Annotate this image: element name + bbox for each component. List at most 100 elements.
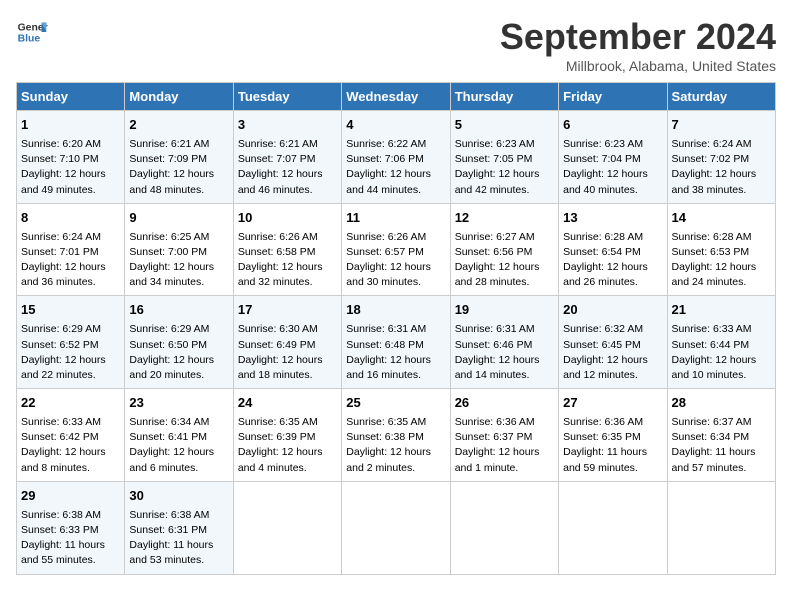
day-info: Sunrise: 6:35 AM Sunset: 6:38 PM Dayligh… <box>346 415 445 476</box>
calendar-cell <box>450 481 558 574</box>
day-number: 22 <box>21 394 120 413</box>
day-info: Sunrise: 6:21 AM Sunset: 7:07 PM Dayligh… <box>238 137 337 198</box>
day-number: 8 <box>21 209 120 228</box>
column-header-saturday: Saturday <box>667 83 775 111</box>
column-header-monday: Monday <box>125 83 233 111</box>
column-header-thursday: Thursday <box>450 83 558 111</box>
day-number: 9 <box>129 209 228 228</box>
calendar-cell: 26Sunrise: 6:36 AM Sunset: 6:37 PM Dayli… <box>450 389 558 482</box>
calendar-cell: 18 Sunrise: 6:31 AM Sunset: 6:48 PM Dayli… <box>342 296 450 389</box>
calendar-cell <box>667 481 775 574</box>
calendar-cell: 6 Sunrise: 6:23 AM Sunset: 7:04 PM Daylig… <box>559 111 667 204</box>
day-info: Sunrise: 6:24 AM Sunset: 7:02 PM Dayligh… <box>672 137 771 198</box>
day-info: Sunrise: 6:26 AM Sunset: 6:58 PM Dayligh… <box>238 230 337 291</box>
day-info: Sunrise: 6:30 AM Sunset: 6:49 PM Dayligh… <box>238 322 337 383</box>
calendar-cell: 20 Sunrise: 6:32 AM Sunset: 6:45 PM Dayli… <box>559 296 667 389</box>
calendar-cell <box>233 481 341 574</box>
calendar-cell: 24 Sunrise: 6:35 AM Sunset: 6:39 PM Dayli… <box>233 389 341 482</box>
calendar-cell: 4 Sunrise: 6:22 AM Sunset: 7:06 PM Daylig… <box>342 111 450 204</box>
calendar-cell: 1 Sunrise: 6:20 AM Sunset: 7:10 PM Daylig… <box>17 111 125 204</box>
day-info: Sunrise: 6:28 AM Sunset: 6:54 PM Dayligh… <box>563 230 662 291</box>
day-number: 20 <box>563 301 662 320</box>
day-info: Sunrise: 6:35 AM Sunset: 6:39 PM Dayligh… <box>238 415 337 476</box>
calendar-cell: 11 Sunrise: 6:26 AM Sunset: 6:57 PM Dayli… <box>342 203 450 296</box>
day-info: Sunrise: 6:24 AM Sunset: 7:01 PM Dayligh… <box>21 230 120 291</box>
day-info: Sunrise: 6:28 AM Sunset: 6:53 PM Dayligh… <box>672 230 771 291</box>
day-number: 15 <box>21 301 120 320</box>
day-number: 10 <box>238 209 337 228</box>
day-number: 17 <box>238 301 337 320</box>
day-info: Sunrise: 6:23 AM Sunset: 7:04 PM Dayligh… <box>563 137 662 198</box>
day-number: 3 <box>238 116 337 135</box>
day-info: Sunrise: 6:36 AM Sunset: 6:37 PM Dayligh… <box>455 415 554 476</box>
day-number: 29 <box>21 487 120 506</box>
day-info: Sunrise: 6:21 AM Sunset: 7:09 PM Dayligh… <box>129 137 228 198</box>
day-info: Sunrise: 6:20 AM Sunset: 7:10 PM Dayligh… <box>21 137 120 198</box>
calendar-week-row: 22 Sunrise: 6:33 AM Sunset: 6:42 PM Dayli… <box>17 389 776 482</box>
column-header-sunday: Sunday <box>17 83 125 111</box>
day-info: Sunrise: 6:33 AM Sunset: 6:44 PM Dayligh… <box>672 322 771 383</box>
day-info: Sunrise: 6:34 AM Sunset: 6:41 PM Dayligh… <box>129 415 228 476</box>
day-info: Sunrise: 6:37 AM Sunset: 6:34 PM Dayligh… <box>672 415 771 476</box>
calendar-cell: 16Sunrise: 6:29 AM Sunset: 6:50 PM Dayli… <box>125 296 233 389</box>
day-number: 19 <box>455 301 554 320</box>
day-info: Sunrise: 6:23 AM Sunset: 7:05 PM Dayligh… <box>455 137 554 198</box>
day-number: 2 <box>129 116 228 135</box>
day-number: 4 <box>346 116 445 135</box>
calendar-cell: 13 Sunrise: 6:28 AM Sunset: 6:54 PM Dayli… <box>559 203 667 296</box>
header-row: SundayMondayTuesdayWednesdayThursdayFrid… <box>17 83 776 111</box>
calendar-cell: 23 Sunrise: 6:34 AM Sunset: 6:41 PM Dayli… <box>125 389 233 482</box>
calendar-cell: 14 Sunrise: 6:28 AM Sunset: 6:53 PM Dayli… <box>667 203 775 296</box>
page-header: General Blue September 2024 Millbrook, A… <box>16 16 776 74</box>
calendar-cell: 22 Sunrise: 6:33 AM Sunset: 6:42 PM Dayli… <box>17 389 125 482</box>
calendar-week-row: 15 Sunrise: 6:29 AM Sunset: 6:52 PM Dayli… <box>17 296 776 389</box>
day-info: Sunrise: 6:27 AM Sunset: 6:56 PM Dayligh… <box>455 230 554 291</box>
day-number: 1 <box>21 116 120 135</box>
calendar-cell <box>342 481 450 574</box>
calendar-cell: 5Sunrise: 6:23 AM Sunset: 7:05 PM Daylig… <box>450 111 558 204</box>
day-number: 11 <box>346 209 445 228</box>
calendar-cell: 2 Sunrise: 6:21 AM Sunset: 7:09 PM Daylig… <box>125 111 233 204</box>
day-number: 12 <box>455 209 554 228</box>
day-info: Sunrise: 6:36 AM Sunset: 6:35 PM Dayligh… <box>563 415 662 476</box>
day-number: 23 <box>129 394 228 413</box>
calendar-cell: 12 Sunrise: 6:27 AM Sunset: 6:56 PM Dayli… <box>450 203 558 296</box>
day-info: Sunrise: 6:26 AM Sunset: 6:57 PM Dayligh… <box>346 230 445 291</box>
calendar-cell: 25Sunrise: 6:35 AM Sunset: 6:38 PM Dayli… <box>342 389 450 482</box>
location: Millbrook, Alabama, United States <box>500 58 776 74</box>
svg-text:Blue: Blue <box>18 34 41 45</box>
column-header-wednesday: Wednesday <box>342 83 450 111</box>
day-info: Sunrise: 6:31 AM Sunset: 6:46 PM Dayligh… <box>455 322 554 383</box>
calendar-cell: 8 Sunrise: 6:24 AM Sunset: 7:01 PM Daylig… <box>17 203 125 296</box>
day-number: 13 <box>563 209 662 228</box>
column-header-friday: Friday <box>559 83 667 111</box>
calendar-cell: 30Sunrise: 6:38 AM Sunset: 6:31 PM Dayli… <box>125 481 233 574</box>
day-number: 7 <box>672 116 771 135</box>
day-number: 24 <box>238 394 337 413</box>
day-number: 18 <box>346 301 445 320</box>
day-number: 6 <box>563 116 662 135</box>
calendar-week-row: 1 Sunrise: 6:20 AM Sunset: 7:10 PM Daylig… <box>17 111 776 204</box>
calendar-cell: 28Sunrise: 6:37 AM Sunset: 6:34 PM Dayli… <box>667 389 775 482</box>
title-block: September 2024 Millbrook, Alabama, Unite… <box>500 16 776 74</box>
calendar-table: SundayMondayTuesdayWednesdayThursdayFrid… <box>16 82 776 575</box>
day-info: Sunrise: 6:31 AM Sunset: 6:48 PM Dayligh… <box>346 322 445 383</box>
calendar-cell: 9 Sunrise: 6:25 AM Sunset: 7:00 PM Daylig… <box>125 203 233 296</box>
day-info: Sunrise: 6:33 AM Sunset: 6:42 PM Dayligh… <box>21 415 120 476</box>
day-number: 27 <box>563 394 662 413</box>
day-number: 16 <box>129 301 228 320</box>
calendar-week-row: 8 Sunrise: 6:24 AM Sunset: 7:01 PM Daylig… <box>17 203 776 296</box>
day-number: 14 <box>672 209 771 228</box>
day-info: Sunrise: 6:22 AM Sunset: 7:06 PM Dayligh… <box>346 137 445 198</box>
calendar-cell <box>559 481 667 574</box>
day-info: Sunrise: 6:32 AM Sunset: 6:45 PM Dayligh… <box>563 322 662 383</box>
day-info: Sunrise: 6:25 AM Sunset: 7:00 PM Dayligh… <box>129 230 228 291</box>
calendar-cell: 3 Sunrise: 6:21 AM Sunset: 7:07 PM Daylig… <box>233 111 341 204</box>
day-number: 21 <box>672 301 771 320</box>
column-header-tuesday: Tuesday <box>233 83 341 111</box>
calendar-cell: 17 Sunrise: 6:30 AM Sunset: 6:49 PM Dayli… <box>233 296 341 389</box>
day-info: Sunrise: 6:29 AM Sunset: 6:52 PM Dayligh… <box>21 322 120 383</box>
day-number: 30 <box>129 487 228 506</box>
calendar-cell: 15 Sunrise: 6:29 AM Sunset: 6:52 PM Dayli… <box>17 296 125 389</box>
month-title: September 2024 <box>500 16 776 58</box>
